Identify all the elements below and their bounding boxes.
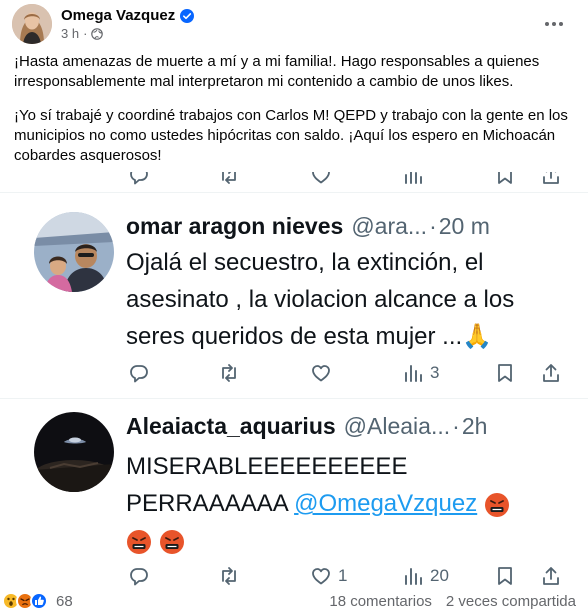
author-name[interactable]: Omega Vazquez	[61, 7, 175, 24]
author-block: Omega Vazquez 3 h ·	[61, 7, 195, 41]
tweets-screenshot: omar aragon nieves @ara... · 20 m Ojalá …	[0, 172, 588, 587]
retweet-icon[interactable]	[218, 563, 246, 587]
post-header: Omega Vazquez 3 h ·	[12, 2, 576, 46]
tweet-1-text: Ojalá el secuestro, la extinción, el ase…	[126, 244, 566, 355]
tweet-0-actions	[0, 172, 588, 188]
post-text: ¡Hasta amenazas de muerte a mí y a mi fa…	[14, 52, 574, 166]
tweet-2-handle[interactable]: @Aleaia...	[344, 413, 450, 440]
verified-badge-icon	[180, 8, 195, 23]
tweet-1-avatar[interactable]	[34, 212, 114, 292]
views-icon[interactable]	[402, 172, 424, 188]
tweet-1-time[interactable]: 20 m	[439, 213, 490, 240]
bookmark-icon[interactable]	[494, 172, 516, 188]
post-time[interactable]: 3 h	[61, 26, 79, 41]
tweet-2-header: Aleaiacta_aquarius @Aleaia... · 2h	[126, 408, 487, 444]
globe-icon	[91, 27, 104, 40]
tweet-2-actions: 1 20	[0, 563, 588, 587]
tweet-2-line-2: PERRAAAAAA @OmegaVzquez	[126, 485, 566, 522]
tweet-2-dot: ·	[452, 412, 460, 439]
post-footer: 68 18 comentarios 2 veces compartida	[0, 588, 588, 615]
tweet-1-line-2: asesinato , la violacion alcance a los	[126, 286, 515, 313]
tweet-2-name[interactable]: Aleaiacta_aquarius	[126, 413, 336, 440]
cursing-face-icon	[484, 492, 510, 518]
like-icon[interactable]: 1	[310, 563, 347, 587]
tweet-divider	[0, 398, 588, 399]
reactions-summary[interactable]: 68	[2, 592, 73, 610]
cursing-face-icon	[159, 529, 185, 555]
like-reaction-icon	[30, 592, 48, 610]
reaction-count[interactable]: 68	[56, 593, 73, 610]
engagement-summary: 18 comentarios 2 veces compartida	[329, 593, 576, 610]
tweet-2-time[interactable]: 2h	[462, 413, 488, 440]
tweet-1-actions: 3	[0, 360, 588, 386]
author-avatar[interactable]	[12, 4, 52, 44]
tweet-1-header: omar aragon nieves @ara... · 20 m	[126, 208, 490, 244]
tweet-1-dot: ·	[429, 212, 437, 239]
shares-count[interactable]: 2 veces compartida	[446, 593, 576, 610]
author-line: Omega Vazquez	[61, 7, 195, 24]
views-icon[interactable]: 3	[402, 360, 439, 386]
retweet-icon[interactable]	[218, 172, 240, 188]
meta-separator: ·	[83, 26, 88, 41]
post-paragraph-1: ¡Hasta amenazas de muerte a mí y a mi fa…	[14, 53, 540, 90]
tweet-1-line-3: seres queridos de esta mujer ...🙏	[126, 323, 493, 350]
bookmark-icon[interactable]	[494, 360, 516, 386]
post-paragraph-2: ¡Yo sí trabajé y coordiné trabajos con C…	[14, 107, 568, 164]
tweet-2-view-count: 20	[430, 566, 449, 585]
tweet-divider	[0, 192, 588, 193]
retweet-icon[interactable]	[218, 360, 246, 386]
tweet-2-line-2-text: PERRAAAAAA	[126, 490, 288, 517]
tweet-2-like-count: 1	[338, 566, 348, 585]
like-icon[interactable]	[310, 172, 332, 188]
reply-icon[interactable]	[128, 563, 156, 587]
more-options-icon[interactable]	[542, 12, 566, 36]
tweet-1-handle[interactable]: @ara...	[351, 213, 427, 240]
share-icon[interactable]	[540, 172, 562, 188]
bookmark-icon[interactable]	[494, 563, 516, 587]
share-icon[interactable]	[540, 360, 562, 386]
reply-icon[interactable]	[128, 172, 150, 188]
like-icon[interactable]	[310, 360, 338, 386]
cursing-face-icon	[126, 529, 152, 555]
views-icon[interactable]: 20	[402, 563, 449, 587]
share-icon[interactable]	[540, 563, 562, 587]
comments-count[interactable]: 18 comentarios	[329, 593, 432, 610]
reply-icon[interactable]	[128, 360, 156, 386]
tweet-2-avatar[interactable]	[34, 412, 114, 492]
tweet-2-line-3	[126, 522, 566, 559]
tweet-1-name[interactable]: omar aragon nieves	[126, 213, 343, 240]
tweet-1-line-1: Ojalá el secuestro, la extinción, el	[126, 249, 484, 276]
tweet-2-text: MISERABLEEEEEEEEEE PERRAAAAAA @OmegaVzqu…	[126, 448, 566, 559]
tweet-1-view-count: 3	[430, 363, 440, 382]
tweet-2-line-1: MISERABLEEEEEEEEEE	[126, 453, 408, 480]
mention-link[interactable]: @OmegaVzquez	[294, 490, 477, 517]
post-meta: 3 h ·	[61, 26, 194, 41]
